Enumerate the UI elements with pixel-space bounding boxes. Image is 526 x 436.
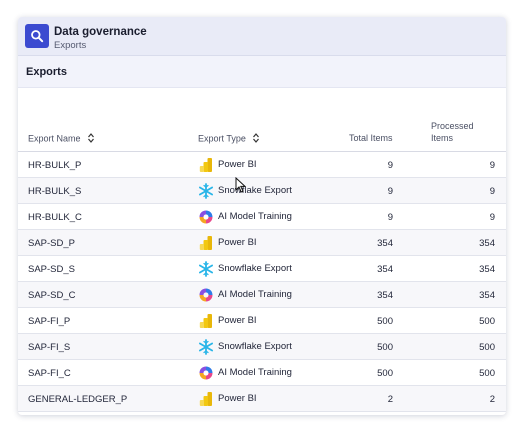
power-bi-icon <box>199 157 212 172</box>
total-items-cell: 9 <box>387 186 393 197</box>
export-type-label: Snowflake Export <box>218 341 292 352</box>
processed-items-cell: 354 <box>479 264 495 275</box>
ai-model-icon <box>199 366 213 379</box>
table-row[interactable]: SAP-SD_C AI Model Training 354 354 <box>18 282 506 308</box>
export-name-cell: SAP-SD_S <box>28 264 75 275</box>
export-name-cell: HR-BULK_P <box>28 160 82 171</box>
export-name-cell: SAP-SD_C <box>28 290 76 301</box>
exports-card: Data governance Exports Exports Export N… <box>18 17 506 415</box>
total-items-cell: 354 <box>377 264 393 275</box>
export-name-cell: GENERAL-LEDGER_P <box>28 394 128 405</box>
export-type-label: Power BI <box>218 315 257 326</box>
processed-items-cell: 9 <box>489 186 495 197</box>
total-items-cell: 500 <box>377 342 393 353</box>
export-type-cell: Power BI <box>198 234 257 251</box>
snowflake-icon <box>198 182 214 199</box>
power-bi-icon <box>199 391 212 406</box>
exports-table: Export Name Export Type Total Items Proc… <box>18 121 506 412</box>
column-label: Items <box>431 133 454 143</box>
export-name-cell: SAP-SD_P <box>28 238 75 249</box>
column-label: Export Name <box>28 133 81 144</box>
export-name-cell: HR-BULK_S <box>28 186 82 197</box>
page-title: Data governance <box>54 26 147 38</box>
section-title: Exports <box>26 66 67 78</box>
total-items-cell: 9 <box>387 160 393 171</box>
export-type-label: Snowflake Export <box>218 185 292 196</box>
table-row[interactable]: SAP-FI_S Snowflake Export 500 500 <box>18 334 506 360</box>
search-button[interactable] <box>25 24 49 48</box>
snowflake-icon <box>198 260 214 277</box>
sort-icon[interactable] <box>253 133 260 145</box>
export-type-label: Power BI <box>218 393 257 404</box>
export-type-cell: Power BI <box>198 390 257 407</box>
processed-items-cell: 9 <box>489 212 495 223</box>
section-header: Exports <box>18 56 506 88</box>
power-bi-icon <box>199 235 212 250</box>
total-items-cell: 2 <box>387 394 393 405</box>
total-items-cell: 500 <box>377 368 393 379</box>
power-bi-icon <box>199 313 212 328</box>
column-label: Export Type <box>198 133 246 144</box>
sort-icon[interactable] <box>88 133 95 145</box>
column-header-export-type[interactable]: Export Type <box>198 133 260 145</box>
export-type-cell: AI Model Training <box>198 208 292 225</box>
table-row[interactable]: GENERAL-LEDGER_P Power BI 2 2 <box>18 386 506 412</box>
export-type-cell: AI Model Training <box>198 286 292 303</box>
table-row[interactable]: HR-BULK_P Power BI 9 9 <box>18 152 506 178</box>
export-name-cell: SAP-FI_P <box>28 316 71 327</box>
table-row[interactable]: SAP-FI_P Power BI 500 500 <box>18 308 506 334</box>
mouse-cursor-icon <box>235 177 246 193</box>
processed-items-cell: 500 <box>479 342 495 353</box>
table-row[interactable]: SAP-FI_C AI Model Training 500 500 <box>18 360 506 386</box>
breadcrumb: Exports <box>54 40 87 51</box>
total-items-cell: 9 <box>387 212 393 223</box>
export-type-label: AI Model Training <box>218 289 292 300</box>
total-items-cell: 354 <box>377 290 393 301</box>
export-type-cell: AI Model Training <box>198 364 292 381</box>
column-header-export-name[interactable]: Export Name <box>28 133 95 145</box>
processed-items-cell: 2 <box>489 394 495 405</box>
processed-items-cell: 500 <box>479 316 495 327</box>
snowflake-icon <box>198 338 214 355</box>
table-body: HR-BULK_P Power BI 9 9 HR-BULK_S Snowflake … <box>18 152 506 412</box>
export-type-cell: Power BI <box>198 156 257 173</box>
export-type-label: Snowflake Export <box>218 263 292 274</box>
export-name-cell: SAP-FI_S <box>28 342 71 353</box>
processed-items-cell: 500 <box>479 368 495 379</box>
export-type-label: AI Model Training <box>218 367 292 378</box>
export-type-cell: Snowflake Export <box>198 260 292 277</box>
table-row[interactable]: HR-BULK_C AI Model Training 9 9 <box>18 204 506 230</box>
export-type-cell: Power BI <box>198 312 257 329</box>
processed-items-cell: 354 <box>479 290 495 301</box>
processed-items-cell: 9 <box>489 160 495 171</box>
table-header: Export Name Export Type Total Items Proc… <box>18 121 506 152</box>
table-row[interactable]: SAP-SD_P Power BI 354 354 <box>18 230 506 256</box>
column-header-total-items: Total Items <box>349 133 393 143</box>
export-type-cell: Snowflake Export <box>198 338 292 355</box>
table-row[interactable]: SAP-SD_S Snowflake Export 354 354 <box>18 256 506 282</box>
page-header: Data governance Exports <box>18 17 506 56</box>
export-type-label: Power BI <box>218 159 257 170</box>
total-items-cell: 500 <box>377 316 393 327</box>
total-items-cell: 354 <box>377 238 393 249</box>
export-type-label: AI Model Training <box>218 211 292 222</box>
ai-model-icon <box>199 288 213 301</box>
processed-items-cell: 354 <box>479 238 495 249</box>
export-type-label: Power BI <box>218 237 257 248</box>
table-row[interactable]: HR-BULK_S Snowflake Export 9 9 <box>18 178 506 204</box>
export-name-cell: HR-BULK_C <box>28 212 82 223</box>
search-icon <box>31 30 44 43</box>
column-header-processed-items: Processed Items <box>431 120 474 144</box>
ai-model-icon <box>199 210 213 223</box>
export-name-cell: SAP-FI_C <box>28 368 71 379</box>
column-label: Processed <box>431 121 474 131</box>
